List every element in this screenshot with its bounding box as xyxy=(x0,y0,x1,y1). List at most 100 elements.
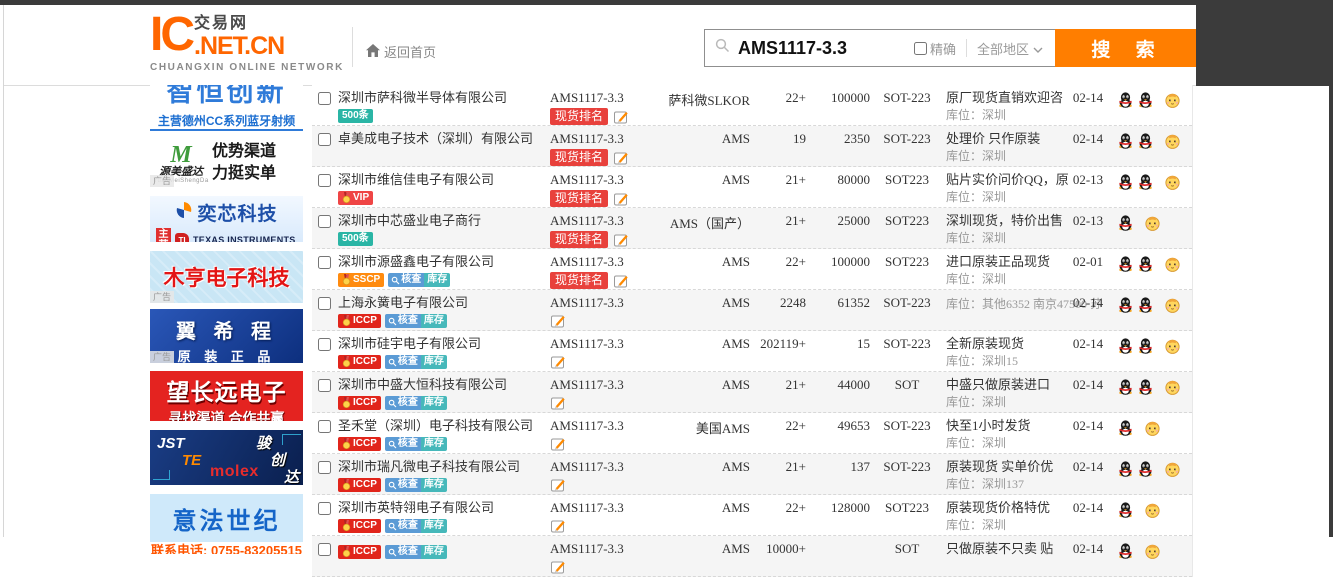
company-link[interactable]: 深圳市中盛大恒科技有限公司 xyxy=(338,377,550,392)
stock-rank-badge[interactable]: 现货排名 xyxy=(550,231,608,248)
ad-banner-zhixin[interactable]: 智恒创新 主营德州CC系列蓝牙射频 xyxy=(150,85,303,131)
row-checkbox[interactable] xyxy=(318,461,331,474)
row-checkbox[interactable] xyxy=(318,502,331,515)
row-checkbox[interactable] xyxy=(318,420,331,433)
qq-icon[interactable] xyxy=(1138,92,1153,108)
qq-icon[interactable] xyxy=(1138,133,1153,149)
qq-icon[interactable] xyxy=(1138,297,1153,313)
part-number-link[interactable]: AMS1117-3.3 xyxy=(550,90,662,105)
badge-check[interactable]: 核查库存 xyxy=(385,519,447,533)
edit-icon[interactable] xyxy=(550,518,566,534)
row-checkbox[interactable] xyxy=(318,338,331,351)
edit-icon[interactable] xyxy=(613,273,629,289)
exact-match-checkbox[interactable] xyxy=(914,42,927,55)
wangwang-icon[interactable] xyxy=(1164,92,1181,108)
qq-icon[interactable] xyxy=(1118,461,1133,477)
qq-icon[interactable] xyxy=(1118,420,1133,436)
qq-icon[interactable] xyxy=(1138,379,1153,395)
company-link[interactable]: 深圳市英特翎电子有限公司 xyxy=(338,500,550,515)
badge-check[interactable]: 核查库存 xyxy=(385,314,447,328)
qq-icon[interactable] xyxy=(1118,92,1133,108)
company-link[interactable]: 深圳市萨科微半导体有限公司 xyxy=(338,90,550,105)
edit-icon[interactable] xyxy=(550,559,566,575)
search-button[interactable]: 搜 索 xyxy=(1055,29,1197,67)
wangwang-icon[interactable] xyxy=(1144,215,1161,231)
badge-check[interactable]: 核查库存 xyxy=(385,396,447,410)
edit-icon[interactable] xyxy=(613,191,629,207)
part-number-link[interactable]: AMS1117-3.3 xyxy=(550,459,662,474)
qq-icon[interactable] xyxy=(1118,379,1133,395)
ad-banner-yixicheng[interactable]: 翼 希 程 原 装 正 品 广告 xyxy=(150,309,303,363)
part-number-link[interactable]: AMS1117-3.3 xyxy=(550,295,662,310)
part-number-link[interactable]: AMS1117-3.3 xyxy=(550,418,662,433)
row-checkbox[interactable] xyxy=(318,174,331,187)
edit-icon[interactable] xyxy=(613,232,629,248)
qq-icon[interactable] xyxy=(1118,133,1133,149)
row-checkbox[interactable] xyxy=(318,133,331,146)
ad-banner-yuanmeishengda[interactable]: M 源美盛达 YuanMeiShengDa 优势渠道 力挺实单 广告 xyxy=(150,139,303,187)
qq-icon[interactable] xyxy=(1118,338,1133,354)
site-logo[interactable]: IC 交易网 .NET.CN CHUANGXIN ONLINE NETWORK xyxy=(150,11,344,73)
company-link[interactable]: 深圳市维信佳电子有限公司 xyxy=(338,172,550,187)
home-link[interactable]: 返回首页 xyxy=(366,42,436,61)
edit-icon[interactable] xyxy=(550,395,566,411)
company-link[interactable]: 上海永簧电子有限公司 xyxy=(338,295,550,310)
badge-check[interactable]: 核查库存 xyxy=(385,545,447,559)
search-input[interactable] xyxy=(736,37,914,60)
company-link[interactable]: 圣禾堂（深圳）电子科技有限公司 xyxy=(338,418,550,433)
edit-icon[interactable] xyxy=(550,477,566,493)
ad-banner-wangchangyuan[interactable]: 望长远电子 寻找渠道 合作共赢 xyxy=(150,371,303,421)
wangwang-icon[interactable] xyxy=(1164,379,1181,395)
wangwang-icon[interactable] xyxy=(1144,502,1161,518)
ad-banner-yixin[interactable]: 奕芯科技 主营 TI TEXAS INSTRUMENTS xyxy=(150,196,303,242)
part-number-link[interactable]: AMS1117-3.3 xyxy=(550,541,662,556)
edit-icon[interactable] xyxy=(550,313,566,329)
company-link[interactable]: 深圳市中芯盛业电子商行 xyxy=(338,213,550,228)
exact-match-option[interactable]: 精确 xyxy=(914,39,956,58)
wangwang-icon[interactable] xyxy=(1144,420,1161,436)
row-checkbox[interactable] xyxy=(318,297,331,310)
wangwang-icon[interactable] xyxy=(1164,133,1181,149)
part-number-link[interactable]: AMS1117-3.3 xyxy=(550,131,662,146)
part-number-link[interactable]: AMS1117-3.3 xyxy=(550,336,662,351)
stock-rank-badge[interactable]: 现货排名 xyxy=(550,149,608,166)
qq-icon[interactable] xyxy=(1118,502,1133,518)
ad-banner-yifashiji[interactable]: 意法世纪 联系电话: 0755-83205515 xyxy=(150,494,303,554)
row-checkbox[interactable] xyxy=(318,215,331,228)
wangwang-icon[interactable] xyxy=(1164,461,1181,477)
row-checkbox[interactable] xyxy=(318,256,331,269)
qq-icon[interactable] xyxy=(1118,543,1133,559)
edit-icon[interactable] xyxy=(550,436,566,452)
company-link[interactable]: 深圳市瑞凡微电子科技有限公司 xyxy=(338,459,550,474)
qq-icon[interactable] xyxy=(1118,297,1133,313)
qq-icon[interactable] xyxy=(1138,338,1153,354)
wangwang-icon[interactable] xyxy=(1164,256,1181,272)
edit-icon[interactable] xyxy=(550,354,566,370)
company-link[interactable]: 卓美成电子技术（深圳）有限公司 xyxy=(338,131,550,146)
part-number-link[interactable]: AMS1117-3.3 xyxy=(550,213,662,228)
badge-check[interactable]: 核查库存 xyxy=(388,273,450,287)
part-number-link[interactable]: AMS1117-3.3 xyxy=(550,172,662,187)
ad-banner-junchuangda[interactable]: JST TE molex 骏 创 达 xyxy=(150,430,303,485)
edit-icon[interactable] xyxy=(613,150,629,166)
qq-icon[interactable] xyxy=(1138,461,1153,477)
row-checkbox[interactable] xyxy=(318,92,331,105)
ad-banner-muheng[interactable]: 木亨电子科技 广告 xyxy=(150,251,303,303)
wangwang-icon[interactable] xyxy=(1164,174,1181,190)
badge-check[interactable]: 核查库存 xyxy=(385,437,447,451)
stock-rank-badge[interactable]: 现货排名 xyxy=(550,272,608,289)
part-number-link[interactable]: AMS1117-3.3 xyxy=(550,500,662,515)
stock-rank-badge[interactable]: 现货排名 xyxy=(550,190,608,207)
qq-icon[interactable] xyxy=(1138,256,1153,272)
qq-icon[interactable] xyxy=(1138,174,1153,190)
company-link[interactable]: 深圳市源盛鑫电子有限公司 xyxy=(338,254,550,269)
badge-check[interactable]: 核查库存 xyxy=(385,478,447,492)
row-checkbox[interactable] xyxy=(318,543,331,556)
qq-icon[interactable] xyxy=(1118,174,1133,190)
wangwang-icon[interactable] xyxy=(1164,338,1181,354)
region-dropdown[interactable]: 全部地区 xyxy=(977,39,1043,58)
edit-icon[interactable] xyxy=(613,109,629,125)
company-link[interactable]: 深圳市硅宇电子有限公司 xyxy=(338,336,550,351)
qq-icon[interactable] xyxy=(1118,256,1133,272)
part-number-link[interactable]: AMS1117-3.3 xyxy=(550,254,662,269)
